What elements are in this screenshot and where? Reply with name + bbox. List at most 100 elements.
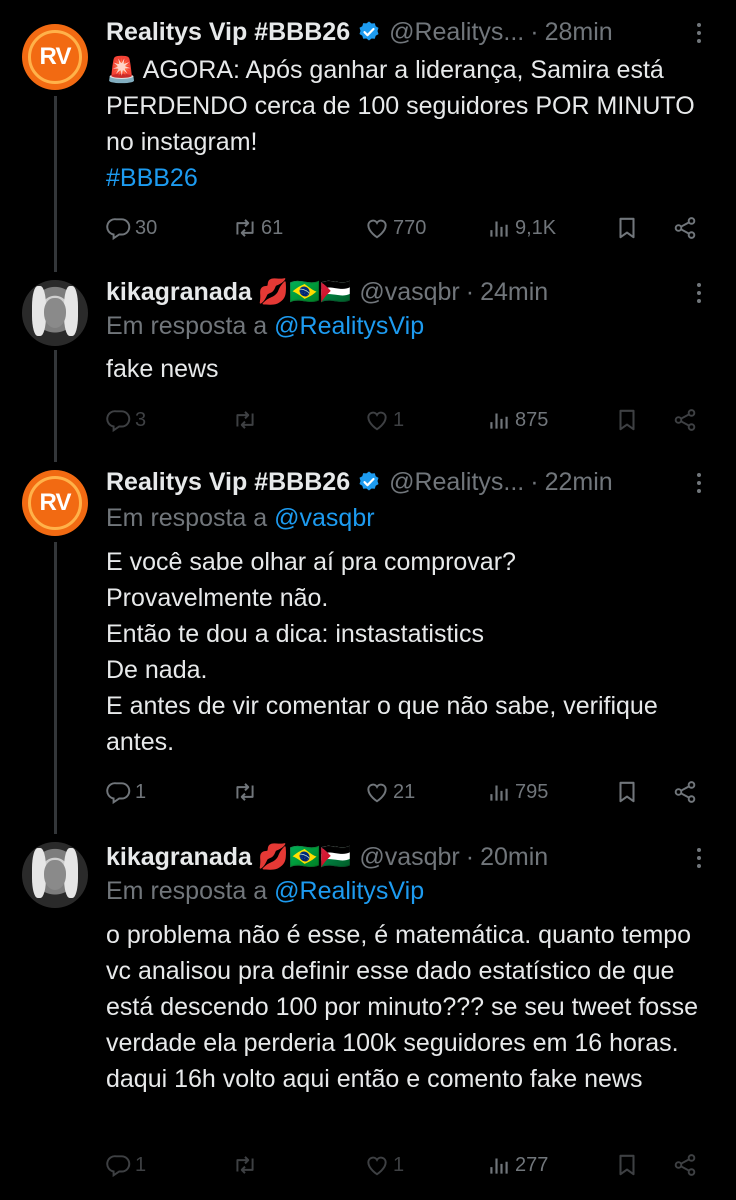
avatar-initials: RV xyxy=(39,43,72,70)
timestamp[interactable]: 20min xyxy=(480,843,548,872)
tweet[interactable]: kikagranada 💋🇧🇷🇵🇸 @vasqbr · 24min Em res… xyxy=(0,270,736,460)
separator: · xyxy=(530,467,539,496)
tweet[interactable]: RV Realitys Vip #BBB26 @Realitys... · 28… xyxy=(0,0,736,270)
author-emojis: 💋🇧🇷🇵🇸 xyxy=(257,842,352,871)
tweet-text: 🚨 AGORA: Após ganhar a liderança, Samira… xyxy=(106,52,716,196)
reply-context: Em resposta a @RealitysVip xyxy=(106,877,424,906)
like-count: 21 xyxy=(393,780,416,803)
retweet-button[interactable] xyxy=(232,1150,261,1180)
retweet-button[interactable] xyxy=(232,405,261,435)
reply-mention-link[interactable]: @RealitysVip xyxy=(274,877,424,905)
separator: · xyxy=(530,17,539,46)
action-bar: 1 21 795 xyxy=(106,777,706,807)
action-bar: 3 1 875 xyxy=(106,405,706,435)
tweet[interactable]: RV Realitys Vip #BBB26 @Realitys... · 22… xyxy=(0,460,736,830)
reply-count: 3 xyxy=(135,408,147,431)
timestamp[interactable]: 22min xyxy=(545,468,613,497)
share-button[interactable] xyxy=(672,213,698,243)
timestamp[interactable]: 28min xyxy=(545,18,613,47)
more-icon[interactable] xyxy=(688,278,710,308)
avatar[interactable]: RV xyxy=(22,24,88,90)
bookmark-button[interactable] xyxy=(614,405,640,435)
views-button[interactable]: 277 xyxy=(486,1150,548,1180)
author-name[interactable]: kikagranada xyxy=(106,843,252,872)
reply-mention-link[interactable]: @RealitysVip xyxy=(274,312,424,340)
tweet-header: Realitys Vip #BBB26 @Realitys... · 22min xyxy=(106,465,613,499)
views-button[interactable]: 875 xyxy=(486,405,548,435)
retweet-icon xyxy=(232,779,258,805)
author-name[interactable]: Realitys Vip #BBB26 xyxy=(106,18,350,47)
more-icon[interactable] xyxy=(688,843,710,873)
like-button[interactable]: 1 xyxy=(364,1150,404,1180)
action-bar: 30 61 770 9,1K xyxy=(106,213,706,243)
views-button[interactable]: 9,1K xyxy=(486,213,556,243)
views-icon xyxy=(486,407,512,433)
bookmark-button[interactable] xyxy=(614,777,640,807)
hashtag-link[interactable]: #BBB26 xyxy=(106,164,198,192)
like-icon xyxy=(364,215,390,241)
tweet-body: fake news xyxy=(106,355,219,383)
separator: · xyxy=(465,842,475,871)
share-button[interactable] xyxy=(672,405,698,435)
author-handle[interactable]: @Realitys... xyxy=(389,468,524,497)
author-handle[interactable]: @vasqbr xyxy=(359,278,459,307)
retweet-count: 61 xyxy=(261,216,284,239)
retweet-icon xyxy=(232,407,258,433)
retweet-button[interactable]: 61 xyxy=(232,213,283,243)
reply-icon xyxy=(106,215,132,241)
views-count: 277 xyxy=(515,1153,549,1176)
reply-count: 30 xyxy=(135,216,158,239)
tweet[interactable]: kikagranada 💋🇧🇷🇵🇸 @vasqbr · 20min Em res… xyxy=(0,830,736,1200)
views-icon xyxy=(486,1152,512,1178)
reply-icon xyxy=(106,407,132,433)
author-handle[interactable]: @vasqbr xyxy=(359,843,459,872)
views-count: 9,1K xyxy=(515,216,557,239)
more-icon[interactable] xyxy=(688,468,710,498)
like-button[interactable]: 1 xyxy=(364,405,404,435)
reply-mention-link[interactable]: @vasqbr xyxy=(274,504,374,532)
verified-badge-icon xyxy=(357,470,381,494)
timestamp[interactable]: 24min xyxy=(480,278,548,307)
like-button[interactable]: 770 xyxy=(364,213,426,243)
reply-button[interactable]: 1 xyxy=(106,1150,146,1180)
views-button[interactable]: 795 xyxy=(486,777,548,807)
action-bar: 1 1 277 xyxy=(106,1150,706,1180)
reply-label: Em resposta a xyxy=(106,877,268,905)
more-icon[interactable] xyxy=(688,18,710,48)
like-count: 770 xyxy=(393,216,427,239)
author-name[interactable]: Realitys Vip #BBB26 xyxy=(106,468,350,497)
tweet-header: Realitys Vip #BBB26 @Realitys... · 28min xyxy=(106,15,613,49)
reply-label: Em resposta a xyxy=(106,312,268,340)
avatar[interactable] xyxy=(22,842,88,908)
views-count: 795 xyxy=(515,780,549,803)
bookmark-button[interactable] xyxy=(614,1150,640,1180)
author-handle[interactable]: @Realitys... xyxy=(389,18,524,47)
like-icon xyxy=(364,1152,390,1178)
retweet-button[interactable] xyxy=(232,777,261,807)
bookmark-button[interactable] xyxy=(614,213,640,243)
verified-badge-icon xyxy=(357,20,381,44)
tweet-body: E você sabe olhar aí pra comprovar? Prov… xyxy=(106,548,658,756)
like-button[interactable]: 21 xyxy=(364,777,415,807)
share-button[interactable] xyxy=(672,1150,698,1180)
reply-button[interactable]: 1 xyxy=(106,777,146,807)
tweet-body: 🚨 AGORA: Após ganhar a liderança, Samira… xyxy=(106,56,695,156)
share-icon xyxy=(672,407,698,433)
tweet-header: kikagranada 💋🇧🇷🇵🇸 @vasqbr · 24min xyxy=(106,275,548,309)
tweet-text: E você sabe olhar aí pra comprovar? Prov… xyxy=(106,544,716,760)
avatar[interactable] xyxy=(22,280,88,346)
views-icon xyxy=(486,215,512,241)
author-name[interactable]: kikagranada xyxy=(106,278,252,307)
avatar-initials: RV xyxy=(39,489,72,516)
reply-icon xyxy=(106,1152,132,1178)
like-icon xyxy=(364,779,390,805)
tweet-text: o problema não é esse, é matemática. qua… xyxy=(106,917,716,1097)
reply-button[interactable]: 30 xyxy=(106,213,157,243)
like-count: 1 xyxy=(393,1153,405,1176)
views-icon xyxy=(486,779,512,805)
tweet-body: o problema não é esse, é matemática. qua… xyxy=(106,921,699,1093)
avatar[interactable]: RV xyxy=(22,470,88,536)
reply-button[interactable]: 3 xyxy=(106,405,146,435)
share-button[interactable] xyxy=(672,777,698,807)
reply-label: Em resposta a xyxy=(106,504,268,532)
